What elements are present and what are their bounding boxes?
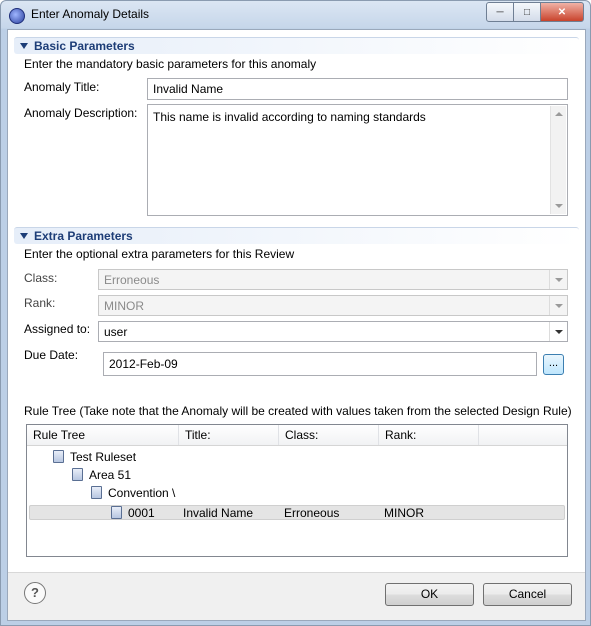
class-label: Class:	[24, 271, 58, 285]
anomaly-description-textarea[interactable]: This name is invalid according to naming…	[147, 104, 568, 216]
class-select[interactable]: Erroneous	[98, 269, 568, 290]
column-header-rank[interactable]: Rank:	[379, 425, 479, 445]
tree-node-label: Area 51	[89, 468, 132, 482]
ruleset-icon	[53, 450, 64, 463]
button-bar: ? OK Cancel	[8, 573, 585, 620]
description-scrollbar[interactable]	[550, 106, 566, 214]
maximize-button[interactable]: □	[513, 2, 541, 22]
rule-area-icon	[72, 468, 83, 481]
rank-label: Rank:	[24, 296, 56, 310]
extra-section-title: Extra Parameters	[34, 229, 133, 243]
date-picker-button[interactable]: ...	[543, 354, 564, 375]
assigned-to-select[interactable]: user	[98, 321, 568, 342]
ok-button[interactable]: OK	[385, 583, 474, 606]
window-title: Enter Anomaly Details	[31, 7, 150, 21]
eclipse-icon	[9, 8, 25, 24]
anomaly-title-value: Invalid Name	[153, 82, 224, 96]
column-header-rule-tree[interactable]: Rule Tree	[27, 425, 179, 445]
maximize-icon: □	[523, 6, 531, 18]
anomaly-description-value: This name is invalid according to naming…	[153, 110, 426, 124]
rule-title: Invalid Name	[183, 506, 254, 520]
rule-tree-header: Rule Tree Title: Class: Rank:	[27, 425, 567, 446]
title-bar[interactable]: Enter Anomaly Details ─ □ ✕	[1, 1, 590, 28]
chevron-down-icon	[549, 296, 567, 315]
window-controls: ─ □ ✕	[486, 2, 584, 22]
assigned-to-value: user	[104, 325, 128, 339]
chevron-down-icon	[549, 322, 567, 341]
extra-section-header[interactable]: Extra Parameters	[14, 227, 579, 244]
scroll-down-icon[interactable]	[555, 204, 563, 208]
rule-tree[interactable]: Rule Tree Title: Class: Rank: Test Rules…	[26, 424, 568, 557]
rule-violation-icon	[91, 486, 102, 499]
anomaly-description-label: Anomaly Description:	[24, 106, 138, 120]
collapse-triangle-icon	[20, 233, 28, 239]
dialog-body: Basic Parameters Enter the mandatory bas…	[7, 29, 586, 621]
due-date-value: 2012-Feb-09	[109, 357, 178, 371]
close-icon: ✕	[557, 6, 567, 18]
tree-row-selected[interactable]: 0001 Invalid Name Erroneous MINOR	[29, 505, 565, 520]
tree-node-label: Convention \	[108, 486, 176, 500]
rule-class: Erroneous	[284, 506, 340, 520]
scroll-up-icon[interactable]	[555, 112, 563, 116]
due-date-label: Due Date:	[24, 348, 79, 362]
minimize-icon: ─	[496, 6, 504, 18]
rule-tree-caption: Rule Tree (Take note that the Anomaly wi…	[24, 404, 572, 418]
cancel-button[interactable]: Cancel	[483, 583, 572, 606]
dialog-window: Enter Anomaly Details ─ □ ✕ Basic Parame…	[0, 0, 591, 626]
chevron-down-icon	[549, 270, 567, 289]
rule-rank: MINOR	[384, 506, 424, 520]
assigned-to-label: Assigned to:	[24, 322, 91, 336]
rule-id: 0001	[128, 506, 155, 520]
rank-select[interactable]: MINOR	[98, 295, 568, 316]
help-icon[interactable]: ?	[24, 582, 46, 604]
rule-icon	[111, 506, 122, 519]
minimize-button[interactable]: ─	[486, 2, 514, 22]
tree-node-label: Test Ruleset	[70, 450, 137, 464]
column-header-class[interactable]: Class:	[279, 425, 379, 445]
class-value: Erroneous	[104, 273, 160, 287]
close-button[interactable]: ✕	[540, 2, 584, 22]
collapse-triangle-icon	[20, 43, 28, 49]
column-header-title[interactable]: Title:	[179, 425, 279, 445]
anomaly-title-label: Anomaly Title:	[24, 80, 100, 94]
basic-intro: Enter the mandatory basic parameters for…	[24, 57, 317, 71]
due-date-input[interactable]: 2012-Feb-09	[103, 352, 537, 376]
rank-value: MINOR	[104, 299, 144, 313]
extra-intro: Enter the optional extra parameters for …	[24, 247, 295, 261]
basic-section-title: Basic Parameters	[34, 39, 135, 53]
basic-section-header[interactable]: Basic Parameters	[14, 37, 579, 54]
anomaly-title-input[interactable]: Invalid Name	[147, 78, 568, 100]
